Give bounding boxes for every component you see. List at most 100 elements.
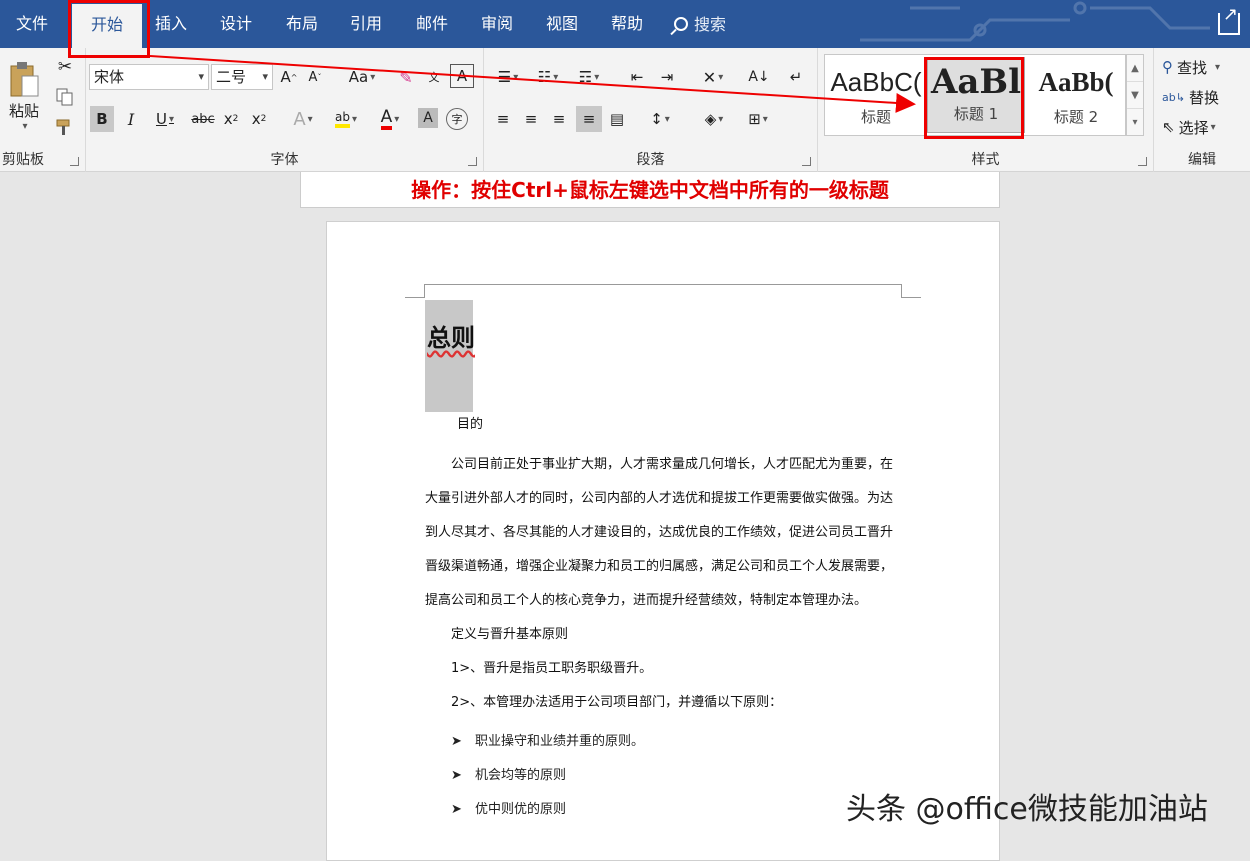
body-line-5[interactable]: 提高公司和员工个人的核心竞争力，进而提升经营绩效，特制定本管理办法。 — [425, 584, 905, 618]
tab-review[interactable]: 审阅 — [467, 0, 527, 48]
instruction-banner: 操作：按住Ctrl+鼠标左键选中文档中所有的一级标题 — [300, 172, 1000, 208]
gallery-up-icon[interactable]: ▲ — [1127, 55, 1143, 82]
borders-icon[interactable]: ⊞ ▾ — [738, 106, 778, 132]
bullet-item[interactable]: ➤ 优中则优的原则 — [451, 798, 566, 817]
align-center-icon[interactable]: ≡ — [518, 106, 544, 132]
subscript-button[interactable]: x2 — [220, 106, 242, 132]
find-button[interactable]: ⚲ 查找 ▾ — [1162, 56, 1220, 78]
shrink-font-icon[interactable]: Aˇ — [304, 64, 326, 90]
editing-group-label: 编辑 — [1188, 152, 1216, 168]
tab-help[interactable]: 帮助 — [597, 0, 657, 48]
font-size-dropdown[interactable]: 二号 — [211, 64, 273, 90]
copy-icon[interactable] — [54, 86, 76, 108]
change-case-label: Aa — [348, 68, 369, 86]
grow-font-icon[interactable]: A ^ — [278, 64, 300, 90]
gallery-scroll: ▲ ▼ ▾ — [1126, 54, 1144, 136]
show-marks-icon[interactable]: ↵ — [784, 64, 808, 90]
italic-button[interactable]: I — [120, 106, 142, 132]
style-title-name: 标题 — [860, 108, 891, 126]
character-shading-icon[interactable]: A — [418, 108, 438, 128]
tell-me-search[interactable]: 搜索 — [674, 0, 726, 48]
list-item[interactable]: 2>、本管理办法适用于公司项目部门，并遵循以下原则： — [451, 686, 931, 720]
bullet-text: 优中则优的原则 — [475, 802, 567, 817]
style-heading2[interactable]: AaBb( 标题 2 — [1027, 55, 1125, 137]
share-icon[interactable] — [1218, 4, 1240, 35]
bullet-item[interactable]: ➤ 职业操守和业绩并重的原则。 — [451, 730, 644, 749]
styles-group-label: 样式 — [971, 152, 1000, 168]
tab-design[interactable]: 设计 — [206, 0, 266, 48]
cut-icon[interactable]: ✂ — [54, 56, 76, 78]
ribbon-tab-bar: 文件 开始 插入 设计 布局 引用 邮件 审阅 视图 帮助 搜索 — [0, 0, 1250, 48]
format-painter-icon[interactable] — [54, 116, 76, 138]
align-left-icon[interactable]: ≡ — [490, 106, 516, 132]
enclose-characters-icon[interactable]: 字 — [446, 108, 468, 130]
tab-references[interactable]: 引用 — [336, 0, 396, 48]
replace-label: 替换 — [1188, 88, 1219, 107]
decrease-indent-icon[interactable]: ⇤ — [624, 64, 650, 90]
search-icon — [674, 17, 688, 31]
body-line-3[interactable]: 到人尽其才、各尽其能的人才建设目的，达成优良的工作绩效，促进公司员工晋升 — [425, 516, 905, 550]
corner-mark-top-right — [901, 284, 921, 298]
bold-button[interactable]: B — [90, 106, 114, 132]
gallery-more-icon[interactable]: ▾ — [1127, 109, 1143, 136]
heading1-text[interactable]: 总则 — [427, 318, 475, 353]
circuit-decoration — [860, 1, 1210, 42]
shading-icon[interactable]: ◈ ▾ — [694, 106, 734, 132]
tab-file[interactable]: 文件 — [4, 0, 60, 48]
font-name-dropdown[interactable]: 宋体 — [89, 64, 209, 90]
increase-indent-icon[interactable]: ⇥ — [654, 64, 680, 90]
body-line-2[interactable]: 大量引进外部人才的同时，公司内部的人才选优和提拔工作更需要做实做强。为达 — [425, 482, 905, 516]
styles-launcher-icon[interactable] — [1138, 157, 1147, 166]
superscript-button[interactable]: x2 — [248, 106, 270, 132]
chinese-layout-icon[interactable]: ✕ ▾ — [694, 64, 732, 90]
style-heading2-name: 标题 2 — [1053, 108, 1099, 126]
sort-icon[interactable]: A↓ — [746, 64, 772, 90]
style-title[interactable]: AaBbC( 标题 — [827, 55, 925, 137]
style-title-sample: AaBbC( — [830, 67, 922, 97]
tab-view[interactable]: 视图 — [532, 0, 592, 48]
clipboard-launcher-icon[interactable] — [70, 157, 79, 166]
justify-icon[interactable]: ≡ — [576, 106, 602, 132]
clear-formatting-icon[interactable]: ✎ — [394, 64, 418, 90]
character-border-icon[interactable]: A — [450, 64, 474, 88]
distributed-icon[interactable]: ▤ — [604, 106, 630, 132]
font-launcher-icon[interactable] — [468, 157, 477, 166]
phonetic-guide-icon[interactable]: 文 — [422, 64, 446, 90]
document-page[interactable]: 总则 目的 公司目前正处于事业扩大期，人才需求量成几何增长，人才匹配尤为重要，在… — [326, 221, 1000, 861]
tab-layout[interactable]: 布局 — [272, 0, 332, 48]
change-case-button[interactable]: Aa ▾ — [342, 64, 382, 90]
paste-button[interactable]: 粘贴 ▾ — [4, 54, 44, 138]
heading2-definition[interactable]: 定义与晋升基本原则 — [451, 618, 931, 652]
body-line-1[interactable]: 公司目前正处于事业扩大期，人才需求量成几何增长，人才匹配尤为重要，在 — [425, 448, 905, 482]
align-right-icon[interactable]: ≡ — [546, 106, 572, 132]
text-effects-icon[interactable]: A ▾ — [286, 106, 320, 132]
multilevel-list-icon[interactable]: ☶ ▾ — [570, 64, 608, 90]
underline-button[interactable]: U ▾ — [148, 106, 182, 132]
style-heading2-sample: AaBb( — [1038, 67, 1114, 97]
corner-mark-top-left — [405, 284, 425, 298]
home-tab-annotation-box — [68, 0, 150, 58]
clipboard-icon — [10, 62, 39, 97]
select-button[interactable]: ⇖ 选择 ▾ — [1162, 116, 1216, 138]
line-spacing-icon[interactable]: ↕ ▾ — [642, 106, 678, 132]
body-line-4[interactable]: 晋级渠道畅通，增强企业凝聚力和员工的归属感，满足公司和员工个人发展需要， — [425, 550, 905, 584]
heading-selection-highlight — [425, 300, 473, 412]
bullet-item[interactable]: ➤ 机会均等的原则 — [451, 764, 566, 783]
editing-group: ⚲ 查找 ▾ ab↳ 替换 ⇖ 选择 ▾ 编辑 — [1154, 48, 1250, 172]
heading2-purpose[interactable]: 目的 — [457, 408, 937, 442]
gallery-down-icon[interactable]: ▼ — [1127, 82, 1143, 109]
bullets-icon[interactable]: ☰ ▾ — [490, 64, 526, 90]
highlight-color-icon[interactable]: ab ▾ — [328, 106, 364, 132]
numbering-icon[interactable]: ☷ ▾ — [530, 64, 566, 90]
font-color-icon[interactable]: A ▾ — [372, 106, 408, 132]
tab-insert[interactable]: 插入 — [142, 0, 200, 48]
ribbon: 粘贴 ▾ ✂ 剪贴板 宋体 二号 A^ Aˇ Aa▾ ✎ 文 A B I U▾ … — [0, 48, 1250, 172]
bullet-arrow-icon: ➤ — [451, 734, 462, 749]
bullet-arrow-icon: ➤ — [451, 802, 462, 817]
tab-mailings[interactable]: 邮件 — [402, 0, 462, 48]
strikethrough-button[interactable]: abc — [190, 106, 216, 132]
replace-button[interactable]: ab↳ 替换 — [1162, 86, 1219, 108]
list-item[interactable]: 1>、晋升是指员工职务职级晋升。 — [451, 652, 931, 686]
paragraph-launcher-icon[interactable] — [802, 157, 811, 166]
watermark: 头条 @office微技能加油站 — [846, 792, 1208, 827]
